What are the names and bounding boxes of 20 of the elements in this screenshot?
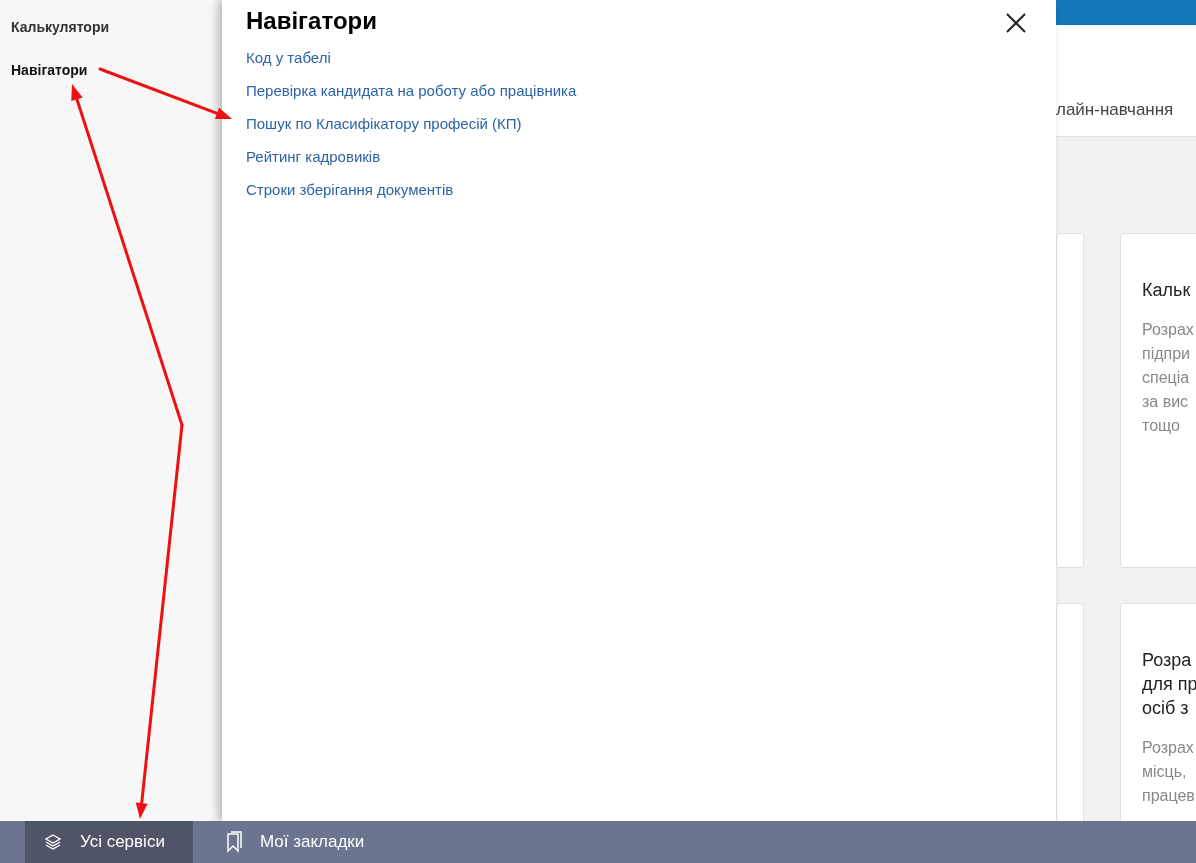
card-title: Кальк: [1142, 279, 1191, 302]
close-icon[interactable]: [1006, 13, 1026, 33]
sidebar-item[interactable]: Калькулятори: [11, 17, 110, 38]
card-title: Розра для пр осіб з: [1142, 649, 1196, 720]
bottom-bar-button[interactable]: Усі сервіси: [25, 821, 193, 863]
sidebar-item[interactable]: Навігатори: [11, 60, 88, 81]
bottom-bar-button[interactable]: Мої закладки: [209, 821, 385, 863]
navigator-link[interactable]: Пошук по Класифікатору професій (КП): [246, 114, 522, 134]
card-description: Розрах підпри спеціа за вис тощо: [1142, 320, 1194, 436]
service-card[interactable]: Кальк Розрах підпри спеціа за вис тощо: [1120, 233, 1196, 568]
nav-tab[interactable]: лайн-навчання: [1056, 96, 1174, 122]
card-description: Розрах місць, працев: [1142, 738, 1195, 806]
bookmark-icon: [225, 831, 244, 853]
service-card[interactable]: Розра для пр осіб з Розрах місць, працев: [1120, 603, 1196, 821]
layers-icon: [44, 833, 62, 851]
navigator-link[interactable]: Рейтинг кадровиків: [246, 147, 381, 167]
navigator-link[interactable]: Код у табелі: [246, 48, 331, 68]
navigator-link[interactable]: Строки зберігання документів: [246, 180, 454, 200]
navigator-link[interactable]: Перевірка кандидата на роботу або працівника: [246, 81, 577, 101]
panel-title: Навігатори: [246, 6, 377, 36]
